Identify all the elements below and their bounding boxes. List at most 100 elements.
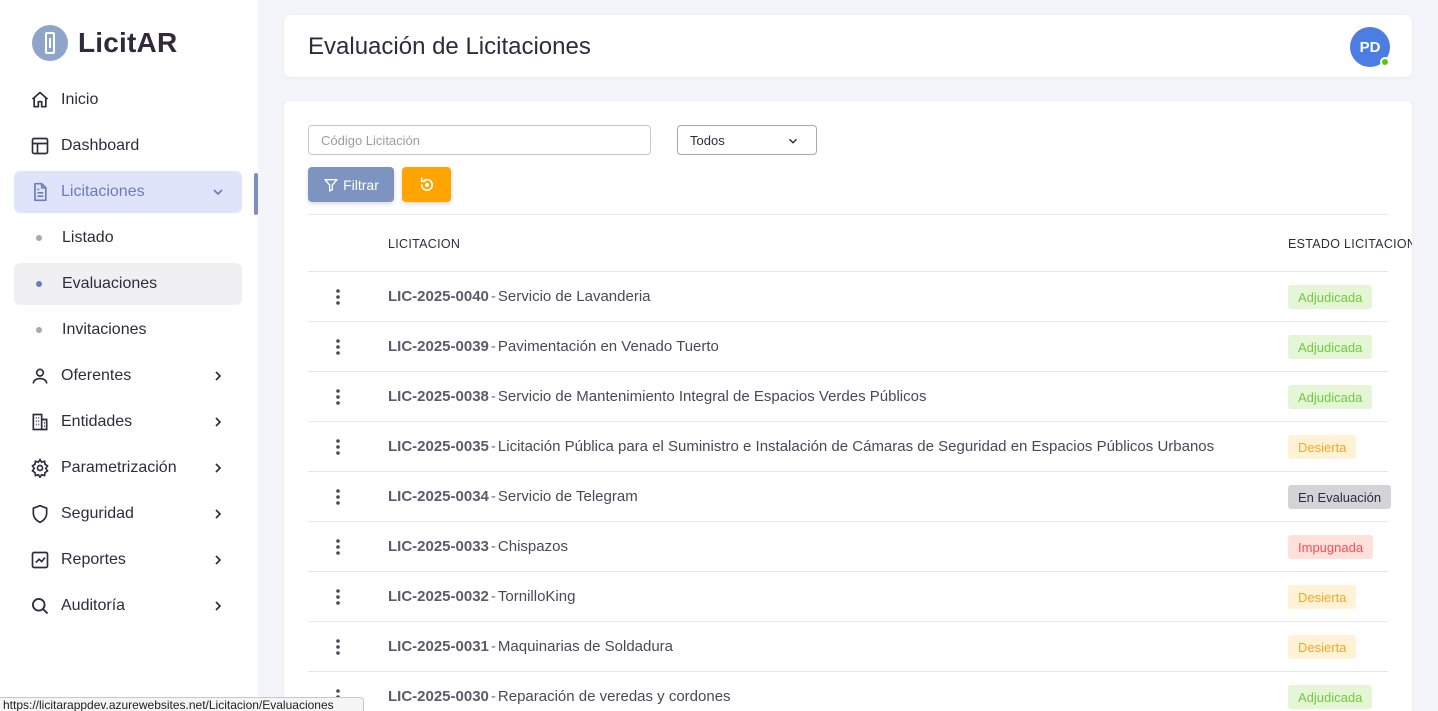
licitacion-cell: LIC-2025-0031- Maquinarias de Soldadura — [388, 638, 674, 655]
sidebar-item-dashboard[interactable]: Dashboard — [14, 125, 242, 167]
sidebar-item-invitaciones[interactable]: Invitaciones — [14, 309, 242, 351]
licitacion-cell: LIC-2025-0034- Servicio de Telegram — [388, 488, 638, 505]
licitacion-name: Servicio de Mantenimiento Integral de Es… — [497, 388, 927, 405]
chart-icon — [30, 550, 50, 570]
gear-icon — [30, 458, 50, 478]
licitacion-name: Servicio de Lavanderia — [497, 288, 651, 305]
status-badge: Impugnada — [1288, 535, 1374, 559]
licitacion-cell: LIC-2025-0032- TornilloKing — [388, 588, 576, 605]
licitacion-code[interactable]: LIC-2025-0032 — [388, 588, 489, 605]
table-row[interactable]: LIC-2025-0034- Servicio de Telegram En Eva… — [308, 472, 1392, 522]
sidebar-item-label: Licitaciones — [61, 183, 145, 200]
licitacion-cell: LIC-2025-0039- Pavimentación en Venado Tu… — [388, 338, 719, 355]
sidebar: LicitAR Inicio Dashboard Licitaciones Li… — [0, 0, 258, 711]
sidebar-item-label: Evaluaciones — [62, 275, 158, 292]
more-vertical-icon[interactable] — [330, 438, 346, 456]
sidebar-item-label: Oferentes — [61, 367, 132, 384]
more-vertical-icon[interactable] — [330, 638, 346, 656]
table-row[interactable]: LIC-2025-0038- Servicio de Mantenimiento … — [308, 372, 1388, 422]
licitacion-name: Pavimentación en Venado Tuerto — [497, 338, 719, 355]
reset-button[interactable] — [402, 167, 451, 202]
chevron-right-icon — [215, 463, 222, 473]
avatar[interactable]: PD — [1350, 27, 1390, 67]
sidebar-item-parametrizacion[interactable]: Parametrización — [14, 447, 242, 489]
browser-status-bar: https://licitarappdev.azurewebsites.net/… — [0, 697, 364, 711]
more-vertical-icon[interactable] — [330, 388, 346, 406]
chevron-right-icon — [215, 371, 222, 381]
more-vertical-icon[interactable] — [330, 588, 346, 606]
table-row[interactable]: LIC-2025-0030- Reparación de veredas y co… — [308, 672, 1388, 711]
sidebar-item-auditoria[interactable]: Auditoría — [14, 585, 242, 627]
bullet-icon — [36, 235, 42, 241]
brand[interactable]: LicitAR — [32, 25, 177, 61]
column-header-estado[interactable]: ESTADO LICITACION — [1288, 237, 1412, 251]
licitacion-name: Licitación Pública para el Suministro e … — [497, 438, 1215, 455]
licitacion-cell: LIC-2025-0033- Chispazos — [388, 538, 568, 555]
table-row[interactable]: LIC-2025-0033- Chispazos Impugnada — [308, 522, 1388, 572]
online-status-icon — [1380, 57, 1390, 67]
licitacion-code[interactable]: LIC-2025-0035 — [388, 438, 489, 455]
status-badge: Desierta — [1288, 435, 1357, 459]
more-vertical-icon[interactable] — [330, 488, 346, 506]
sidebar-item-label: Inicio — [61, 91, 99, 108]
sidebar-item-listado[interactable]: Listado — [14, 217, 242, 259]
status-select[interactable]: Todos — [677, 125, 817, 155]
building-icon — [30, 412, 50, 432]
sidebar-item-label: Invitaciones — [62, 321, 147, 338]
licitacion-code[interactable]: LIC-2025-0038 — [388, 388, 489, 405]
avatar-initials: PD — [1359, 38, 1381, 56]
status-badge: Adjudicada — [1288, 335, 1373, 359]
chevron-right-icon — [215, 417, 222, 427]
status-badge: Desierta — [1288, 585, 1357, 609]
licitacion-cell: LIC-2025-0030- Reparación de veredas y co… — [388, 688, 731, 705]
brand-logo-icon — [32, 25, 68, 61]
licitacion-name: Chispazos — [497, 538, 568, 555]
column-header-licitacion[interactable]: LICITACION — [388, 237, 460, 251]
search-input[interactable] — [308, 125, 651, 155]
sidebar-item-oferentes[interactable]: Oferentes — [14, 355, 242, 397]
licitacion-name: Maquinarias de Soldadura — [497, 638, 674, 655]
licitacion-code[interactable]: LIC-2025-0031 — [388, 638, 489, 655]
sidebar-item-label: Listado — [62, 229, 114, 246]
more-vertical-icon[interactable] — [330, 288, 346, 306]
licitacion-name: Servicio de Telegram — [497, 488, 638, 505]
bullet-icon — [36, 281, 42, 287]
sidebar-item-label: Reportes — [61, 551, 126, 568]
chevron-right-icon — [215, 555, 222, 565]
licitacion-code[interactable]: LIC-2025-0039 — [388, 338, 489, 355]
chevron-right-icon — [215, 509, 222, 519]
licitacion-code[interactable]: LIC-2025-0030 — [388, 688, 489, 705]
sidebar-nav: Inicio Dashboard Licitaciones Listado Ev… — [14, 79, 242, 631]
licitacion-code[interactable]: LIC-2025-0033 — [388, 538, 489, 555]
sidebar-item-inicio[interactable]: Inicio — [14, 79, 242, 121]
filter-button[interactable]: Filtrar — [308, 167, 394, 202]
table-row[interactable]: LIC-2025-0032- TornilloKing Desierta — [308, 572, 1388, 622]
sidebar-item-label: Parametrización — [61, 459, 177, 476]
table-row[interactable]: LIC-2025-0039- Pavimentación en Venado Tu… — [308, 322, 1388, 372]
chevron-down-icon — [213, 189, 223, 196]
sidebar-item-label: Dashboard — [61, 137, 140, 154]
licitacion-name: TornilloKing — [497, 588, 576, 605]
sidebar-item-entidades[interactable]: Entidades — [14, 401, 242, 443]
sidebar-item-seguridad[interactable]: Seguridad — [14, 493, 242, 535]
licitacion-code[interactable]: LIC-2025-0034 — [388, 488, 489, 505]
sidebar-item-evaluaciones[interactable]: Evaluaciones — [14, 263, 242, 305]
more-vertical-icon[interactable] — [330, 538, 346, 556]
chevron-down-icon — [788, 138, 798, 144]
table-row[interactable]: LIC-2025-0035- Licitación Pública para el… — [308, 422, 1388, 472]
sidebar-item-reportes[interactable]: Reportes — [14, 539, 242, 581]
table-row[interactable]: LIC-2025-0040- Servicio de Lavanderia Adju… — [308, 272, 1388, 322]
status-select-value: Todos — [690, 132, 725, 148]
user-icon — [30, 366, 50, 386]
file-icon — [30, 182, 50, 202]
more-vertical-icon[interactable] — [330, 338, 346, 356]
bullet-icon — [36, 327, 42, 333]
table-row[interactable]: LIC-2025-0031- Maquinarias de Soldadura De… — [308, 622, 1388, 672]
sidebar-item-licitaciones[interactable]: Licitaciones — [14, 171, 242, 213]
home-icon — [30, 90, 50, 110]
licitacion-cell: LIC-2025-0035- Licitación Pública para el… — [388, 438, 1215, 455]
licitacion-code[interactable]: LIC-2025-0040 — [388, 288, 489, 305]
table-body: LIC-2025-0040- Servicio de Lavanderia Adju… — [308, 272, 1392, 711]
page-title: Evaluación de Licitaciones — [308, 33, 591, 60]
page-header: Evaluación de Licitaciones PD — [284, 15, 1412, 77]
